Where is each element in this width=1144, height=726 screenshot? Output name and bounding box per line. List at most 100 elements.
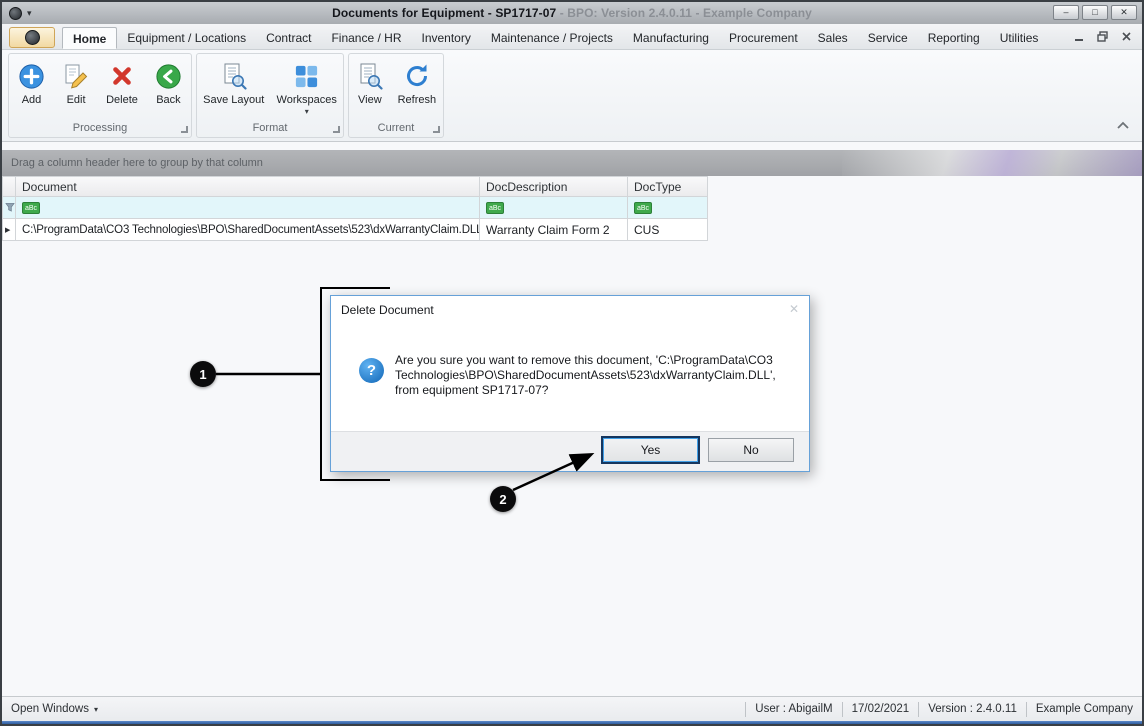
group-caption-processing-label: Processing (72, 122, 128, 134)
window-title-main: Documents for Equipment - SP1717-07 (332, 6, 557, 20)
refresh-button-label: Refresh (397, 94, 437, 106)
group-caption-current: Current (349, 122, 443, 136)
window-title: Documents for Equipment - SP1717-07 - BP… (2, 6, 1142, 20)
collapse-ribbon-icon[interactable] (1116, 117, 1130, 135)
cell-document[interactable]: C:\ProgramData\CO3 Technologies\BPO\Shar… (16, 219, 480, 241)
row-indicator: ▶ (2, 219, 16, 241)
dialog-message: Are you sure you want to remove this doc… (395, 353, 776, 397)
tab-inventory[interactable]: Inventory (411, 27, 480, 49)
group-caption-format: Format (197, 122, 343, 136)
tab-reporting[interactable]: Reporting (918, 27, 990, 49)
tab-home[interactable]: Home (62, 27, 118, 49)
tab-manufacturing[interactable]: Manufacturing (623, 27, 719, 49)
workspaces-button-label: Workspaces (276, 94, 337, 106)
column-header-docdescription[interactable]: DocDescription (480, 176, 628, 197)
group-panel-decoration (842, 150, 1142, 176)
mdi-restore-button[interactable] (1097, 31, 1109, 42)
dialog-close-icon[interactable]: ✕ (789, 302, 799, 316)
save-layout-icon (220, 61, 248, 91)
cell-doctype[interactable]: CUS (628, 219, 708, 241)
filter-cell-doctype[interactable]: aBc (628, 197, 708, 219)
group-dialog-launcher-icon[interactable] (181, 126, 188, 133)
tab-utilities[interactable]: Utilities (990, 27, 1049, 49)
edit-button[interactable]: Edit (59, 59, 93, 108)
mdi-minimize-button[interactable] (1074, 32, 1085, 42)
add-button-label: Add (21, 94, 42, 106)
ribbon-group-format: Save Layout Workspaces ▾ Format (196, 53, 344, 138)
status-company: Example Company (1035, 703, 1133, 715)
header-selector-cell (2, 176, 16, 197)
workspaces-dropdown-icon: ▾ (304, 107, 309, 116)
add-button[interactable]: Add (14, 59, 49, 108)
open-windows-label: Open Windows (11, 703, 89, 715)
add-icon (17, 61, 46, 91)
application-menu-button[interactable] (9, 27, 55, 48)
back-button-label: Back (156, 94, 181, 106)
ribbon: Add Edit Delete Back Processing Save Lay… (2, 50, 1142, 142)
cell-docdescription[interactable]: Warranty Claim Form 2 (480, 219, 628, 241)
group-caption-processing: Processing (9, 122, 191, 136)
delete-icon (108, 61, 136, 91)
delete-document-dialog: Delete Document ✕ ? Are you sure you wan… (330, 295, 810, 472)
filter-icon[interactable] (2, 197, 16, 219)
group-caption-format-label: Format (252, 122, 288, 134)
view-button[interactable]: View (353, 59, 387, 108)
window-bottom-accent (2, 721, 1142, 724)
status-user: User : AbigailM (755, 703, 833, 715)
window-title-suffix: - BPO: Version 2.4.0.11 - Example Compan… (556, 6, 812, 20)
status-date: 17/02/2021 (851, 703, 910, 715)
no-button[interactable]: No (708, 438, 794, 462)
mdi-close-button[interactable] (1121, 31, 1132, 42)
ribbon-group-current: View Refresh Current (348, 53, 444, 138)
question-icon: ? (359, 358, 384, 383)
column-header-doctype[interactable]: DocType (628, 176, 708, 197)
group-by-hint: Drag a column header here to group by th… (11, 157, 263, 169)
filter-cell-docdescription[interactable]: aBc (480, 197, 628, 219)
tab-maintenance-projects[interactable]: Maintenance / Projects (481, 27, 623, 49)
tab-equipment-locations[interactable]: Equipment / Locations (117, 27, 256, 49)
group-caption-current-label: Current (377, 122, 415, 134)
group-dialog-launcher-icon[interactable] (433, 126, 440, 133)
filter-cell-document[interactable]: aBc (16, 197, 480, 219)
app-window: ▾ Documents for Equipment - SP1717-07 - … (0, 0, 1144, 726)
yes-button[interactable]: Yes (603, 438, 698, 462)
app-menu-logo-icon (24, 30, 40, 45)
grid-filter-row: aBc aBc aBc (2, 197, 708, 219)
tab-service[interactable]: Service (858, 27, 918, 49)
dialog-title: Delete Document (341, 303, 434, 317)
save-layout-button[interactable]: Save Layout (200, 59, 267, 108)
delete-button-label: Delete (106, 94, 138, 106)
app-logo-icon[interactable] (9, 6, 22, 20)
table-row[interactable]: ▶ C:\ProgramData\CO3 Technologies\BPO\Sh… (2, 219, 708, 241)
refresh-icon (403, 61, 431, 91)
dialog-footer: Yes No (331, 431, 809, 471)
edit-icon (62, 61, 90, 91)
minimize-button[interactable]: – (1053, 5, 1079, 20)
titlebar-dropdown-icon[interactable]: ▾ (27, 8, 32, 19)
open-windows-button[interactable]: Open Windows ▾ (2, 703, 98, 715)
group-dialog-launcher-icon[interactable] (333, 126, 340, 133)
tab-sales[interactable]: Sales (808, 27, 858, 49)
callout-1-badge: 1 (190, 361, 216, 387)
column-header-document[interactable]: Document (16, 176, 480, 197)
tab-finance-hr[interactable]: Finance / HR (321, 27, 411, 49)
workspaces-button[interactable]: Workspaces ▾ (274, 59, 340, 116)
abc-filter-icon: aBc (486, 201, 505, 214)
workspaces-icon (293, 61, 320, 91)
delete-button[interactable]: Delete (103, 59, 141, 108)
open-windows-caret-icon: ▾ (93, 704, 98, 714)
refresh-button[interactable]: Refresh (395, 59, 440, 108)
save-layout-button-label: Save Layout (203, 94, 265, 106)
back-icon (154, 61, 183, 91)
view-icon (356, 61, 384, 91)
close-button[interactable]: ✕ (1111, 5, 1137, 20)
ribbon-tab-bar: Home Equipment / Locations Contract Fina… (2, 24, 1142, 50)
maximize-button[interactable]: □ (1082, 5, 1108, 20)
row-indicator-icon: ▶ (5, 226, 11, 234)
back-button[interactable]: Back (151, 59, 186, 108)
tab-procurement[interactable]: Procurement (719, 27, 808, 49)
group-by-panel[interactable]: Drag a column header here to group by th… (2, 150, 1142, 176)
grid-column-headers: Document DocDescription DocType (2, 176, 708, 197)
status-version: Version : 2.4.0.11 (928, 703, 1017, 715)
tab-contract[interactable]: Contract (256, 27, 321, 49)
